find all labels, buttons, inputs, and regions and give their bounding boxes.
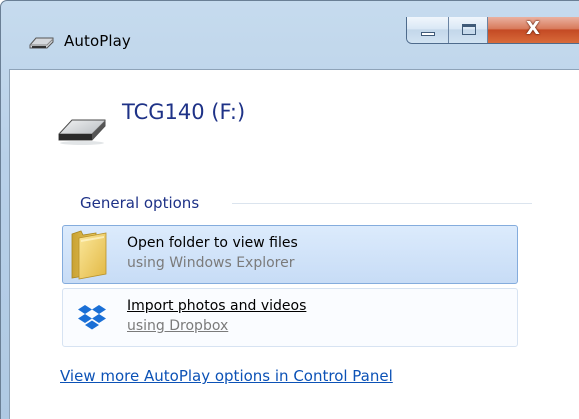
close-icon: X	[526, 18, 540, 39]
title-bar[interactable]: AutoPlay X	[1, 1, 579, 69]
option-subtitle: using Windows Explorer	[127, 255, 295, 271]
option-title: Import photos and videos	[127, 298, 307, 314]
maximize-button[interactable]	[449, 17, 488, 43]
maximize-icon	[462, 24, 476, 35]
dialog-content: TCG140 (F:) General options Open folder …	[9, 69, 579, 419]
device-name: TCG140 (F:)	[122, 100, 246, 124]
option-open-folder[interactable]: Open folder to view files using Windows …	[62, 225, 518, 284]
dropbox-icon	[78, 305, 106, 330]
option-subtitle: using Dropbox	[127, 318, 229, 334]
minimize-button[interactable]	[407, 17, 449, 43]
minimize-icon	[421, 32, 435, 36]
removable-drive-icon	[58, 119, 106, 145]
close-button[interactable]: X	[488, 17, 579, 43]
option-title: Open folder to view files	[127, 235, 298, 251]
section-divider	[232, 203, 532, 204]
autoplay-window: AutoPlay X TCG140 (F:) General options O…	[0, 0, 579, 419]
section-heading: General options	[80, 194, 200, 212]
window-title: AutoPlay	[64, 32, 131, 50]
control-panel-link[interactable]: View more AutoPlay options in Control Pa…	[60, 367, 393, 385]
caption-buttons: X	[406, 17, 579, 44]
folder-icon	[71, 230, 107, 280]
drive-icon	[29, 37, 54, 49]
option-import-photos[interactable]: Import photos and videos using Dropbox	[62, 288, 518, 347]
